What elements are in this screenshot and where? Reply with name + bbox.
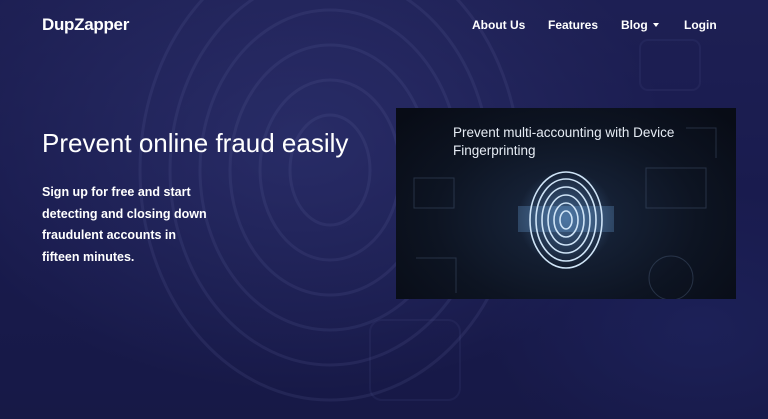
nav-about-us[interactable]: About Us — [472, 18, 525, 32]
scan-bar — [518, 206, 614, 232]
video-caption: Prevent multi-accounting with Device Fin… — [453, 125, 675, 158]
hero-headline: Prevent online fraud easily — [42, 128, 349, 158]
nav-blog-label: Blog — [621, 18, 648, 32]
nav-features[interactable]: Features — [548, 18, 598, 32]
nav-login[interactable]: Login — [684, 18, 717, 32]
nav-blog-dropdown[interactable]: Blog — [621, 18, 659, 32]
navbar: DupZapper About Us Features Blog Login — [0, 0, 768, 52]
chevron-down-icon — [652, 23, 659, 27]
hero-subtext: Sign up for free and start detecting and… — [42, 185, 207, 264]
brand-logo[interactable]: DupZapper — [42, 15, 129, 35]
promo-video[interactable]: Prevent multi-accounting with Device Fin… — [396, 108, 736, 299]
